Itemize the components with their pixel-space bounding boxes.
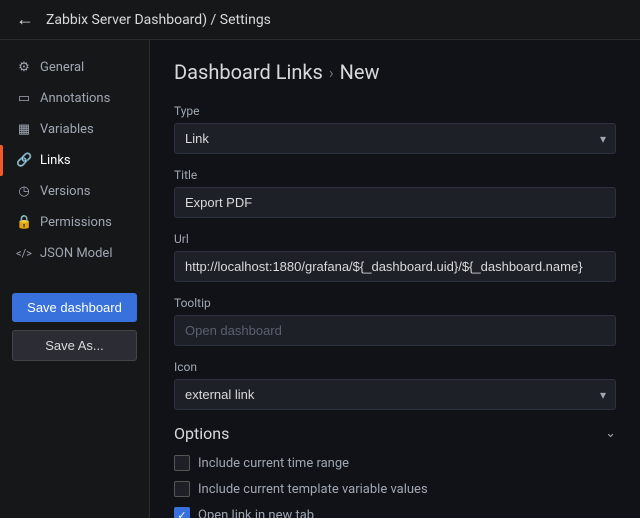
back-button[interactable]: ←	[16, 9, 34, 30]
sidebar-item-label: Variables	[40, 122, 94, 137]
checkbox-template-vars: Include current template variable values	[174, 481, 616, 497]
breadcrumb-title: Dashboard Links	[174, 60, 323, 84]
title-label: Title	[174, 168, 616, 182]
url-label: Url	[174, 232, 616, 246]
icon-select-wrap: external link bolt cloud dashboard info …	[174, 379, 616, 410]
sidebar-item-versions[interactable]: ◷ Versions	[0, 176, 149, 207]
sidebar-item-general[interactable]: ⚙ General	[0, 52, 149, 83]
versions-icon: ◷	[16, 184, 32, 199]
sidebar-item-label: JSON Model	[40, 246, 112, 261]
sidebar-item-label: General	[40, 60, 84, 75]
icon-label: Icon	[174, 360, 616, 374]
checkbox-time-range-label: Include current time range	[198, 456, 349, 471]
sidebar-item-label: Versions	[40, 184, 90, 199]
sidebar-buttons: Save dashboard Save As...	[0, 293, 149, 361]
main-content: Dashboard Links › New Type Link Dropdown…	[150, 40, 640, 518]
general-icon: ⚙	[16, 60, 32, 75]
checkbox-new-tab: Open link in new tab	[174, 507, 616, 518]
type-select[interactable]: Link Dropdowns	[174, 123, 616, 154]
checkbox-time-range: Include current time range	[174, 455, 616, 471]
url-input[interactable]	[174, 251, 616, 282]
sidebar: ⚙ General ▭ Annotations ▦ Variables 🔗 Li…	[0, 40, 150, 518]
sidebar-item-permissions[interactable]: 🔒 Permissions	[0, 207, 149, 238]
sidebar-item-label: Links	[40, 153, 71, 168]
options-title: Options	[174, 424, 229, 443]
tooltip-label: Tooltip	[174, 296, 616, 310]
variables-icon: ▦	[16, 122, 32, 137]
title-field-group: Title	[174, 168, 616, 218]
sidebar-item-annotations[interactable]: ▭ Annotations	[0, 83, 149, 114]
links-icon: 🔗	[16, 153, 32, 168]
checkbox-template-vars-label: Include current template variable values	[198, 482, 428, 497]
type-label: Type	[174, 104, 616, 118]
save-dashboard-button[interactable]: Save dashboard	[12, 293, 137, 322]
icon-field-group: Icon external link bolt cloud dashboard …	[174, 360, 616, 410]
breadcrumb-separator: ›	[329, 63, 334, 82]
sidebar-item-json-model[interactable]: </> JSON Model	[0, 238, 149, 269]
json-icon: </>	[16, 247, 32, 260]
url-field-group: Url	[174, 232, 616, 282]
annotations-icon: ▭	[16, 91, 32, 106]
layout: ⚙ General ▭ Annotations ▦ Variables 🔗 Li…	[0, 40, 640, 518]
save-as-button[interactable]: Save As...	[12, 330, 137, 361]
tooltip-field-group: Tooltip	[174, 296, 616, 346]
permissions-icon: 🔒	[16, 215, 32, 230]
topbar: ← Zabbix Server Dashboard) / Settings	[0, 0, 640, 40]
type-select-wrap: Link Dropdowns ▾	[174, 123, 616, 154]
breadcrumb-sub: New	[340, 60, 380, 84]
sidebar-item-label: Permissions	[40, 215, 112, 230]
sidebar-item-label: Annotations	[40, 91, 110, 106]
tooltip-input[interactable]	[174, 315, 616, 346]
options-chevron-icon: ⌄	[605, 426, 616, 441]
checkbox-template-vars-box[interactable]	[174, 481, 190, 497]
options-section-header[interactable]: Options ⌄	[174, 424, 616, 443]
checkbox-new-tab-box[interactable]	[174, 507, 190, 518]
title-input[interactable]	[174, 187, 616, 218]
topbar-title: Zabbix Server Dashboard) / Settings	[46, 12, 271, 28]
sidebar-item-links[interactable]: 🔗 Links	[0, 145, 149, 176]
checkbox-new-tab-label: Open link in new tab	[198, 508, 314, 518]
checkbox-time-range-box[interactable]	[174, 455, 190, 471]
type-field-group: Type Link Dropdowns ▾	[174, 104, 616, 154]
sidebar-item-variables[interactable]: ▦ Variables	[0, 114, 149, 145]
icon-select[interactable]: external link bolt cloud dashboard info	[174, 379, 616, 410]
page-header: Dashboard Links › New	[174, 60, 616, 84]
